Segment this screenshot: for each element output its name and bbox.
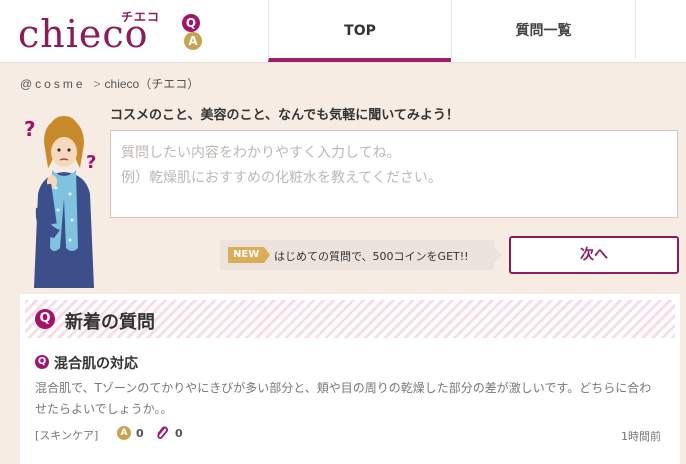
breadcrumb: @cosme > chieco（チエコ） xyxy=(20,75,199,92)
logo-q-icon: Q xyxy=(182,14,200,32)
posted-time: 1時間前 xyxy=(621,430,661,443)
svg-text:?: ? xyxy=(24,117,36,141)
answer-count: 0 xyxy=(136,427,144,440)
question-category[interactable]: [スキンケア] xyxy=(35,427,98,443)
new-questions-panel: Q 新着の質問 Q 混合肌の対応 混合肌で、Tゾーンのてかりやにきびが多い部分と… xyxy=(20,294,680,464)
answer-icon: A xyxy=(117,426,131,440)
site-header: chieco チエコ Q A TOP 質問一覧 xyxy=(0,0,686,63)
chieco-logo[interactable]: chieco チエコ Q A xyxy=(14,6,214,56)
breadcrumb-current: chieco（チエコ） xyxy=(104,77,200,91)
tab-more[interactable] xyxy=(635,0,686,58)
q-icon: Q xyxy=(35,309,55,329)
paperclip-icon xyxy=(157,426,169,440)
bonus-text: はじめての質問で、500コインをGET!! xyxy=(274,250,469,263)
breadcrumb-cosme-link[interactable]: @cosme xyxy=(20,77,86,91)
thinking-girl-illustration: ? ? xyxy=(24,116,96,288)
tab-top-label: TOP xyxy=(344,23,376,39)
bonus-arrow xyxy=(494,247,502,263)
question-input[interactable] xyxy=(110,130,678,218)
tab-top[interactable]: TOP xyxy=(268,0,451,62)
tab-question-list[interactable]: 質問一覧 xyxy=(451,0,635,58)
clip-count: 0 xyxy=(175,427,183,440)
logo-a-icon: A xyxy=(184,32,202,50)
tab-question-list-label: 質問一覧 xyxy=(515,23,572,39)
question-body: 混合肌で、Tゾーンのてかりやにきびが多い部分と、頬や目の周りの乾燥した部分の差が… xyxy=(35,381,652,416)
q-icon: Q xyxy=(35,355,49,369)
question-title-link[interactable]: 混合肌の対応 xyxy=(54,353,138,373)
svg-text:?: ? xyxy=(86,152,96,173)
first-question-bonus: NEW はじめての質問で、500コインをGET!! xyxy=(220,240,502,270)
new-badge: NEW xyxy=(228,247,271,263)
panel-header: Q 新着の質問 xyxy=(25,300,675,338)
next-button[interactable]: 次へ xyxy=(509,236,679,274)
panel-title: 新着の質問 xyxy=(65,312,155,333)
breadcrumb-separator: > xyxy=(93,77,101,91)
ask-prompt: コスメのこと、美容のこと、なんでも気軽に聞いてみよう！ xyxy=(110,108,459,123)
logo-kana: チエコ xyxy=(121,10,161,24)
